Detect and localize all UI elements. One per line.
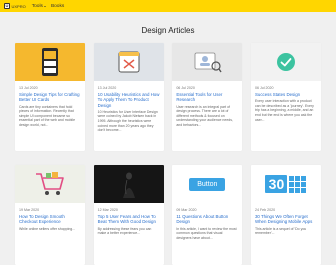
article-thumbnail[interactable] bbox=[93, 43, 164, 81]
caret-down-icon bbox=[43, 5, 46, 7]
article-title-link[interactable]: Simple Design Tips for Crafting Better U… bbox=[19, 92, 81, 103]
article-date: 06 Jul 2020 bbox=[254, 86, 274, 90]
article-date: 06 Jul 2020 bbox=[176, 86, 195, 90]
nav-item-tools[interactable]: Tools bbox=[32, 4, 46, 9]
article-date: 13 Jul 2020 bbox=[19, 86, 38, 90]
article-excerpt: Every user interaction with a product ca… bbox=[254, 99, 314, 122]
article-excerpt: User research is an integral part of des… bbox=[176, 104, 233, 127]
article-card[interactable]: 13 Jul 2020 Simple Design Tips for Craft… bbox=[15, 43, 85, 151]
article-date: 09 Mar 2020 bbox=[176, 208, 197, 212]
article-title-link[interactable]: Success States Design bbox=[255, 92, 317, 97]
article-date: 13 Jul 2020 bbox=[97, 86, 117, 90]
user-research-icon bbox=[194, 52, 222, 73]
dark-figure-icon bbox=[122, 172, 135, 198]
article-date: 24 Feb 2020 bbox=[254, 208, 276, 212]
article-title-link[interactable]: 11 Questions About Button Design bbox=[176, 214, 238, 225]
article-excerpt: While online sellers offer shopping... bbox=[19, 226, 76, 231]
article-title-link[interactable]: 10 Usability Heuristics and How To Apply… bbox=[98, 92, 160, 108]
phone-cards-icon bbox=[42, 48, 58, 76]
article-title-link[interactable]: Essential Tools for User Research bbox=[176, 92, 238, 103]
article-thumbnail[interactable]: 30 bbox=[250, 165, 321, 203]
shopping-cart-icon bbox=[36, 172, 64, 195]
articles-grid: 13 Jul 2020 Simple Design Tips for Craft… bbox=[15, 43, 321, 265]
article-thumbnail[interactable] bbox=[93, 165, 164, 203]
article-title-link[interactable]: How To Design Smooth Checkout Experience bbox=[19, 214, 81, 225]
logo-mark-icon: U bbox=[4, 3, 10, 9]
article-excerpt: 10 Heuristics for User Interface Design … bbox=[97, 109, 158, 133]
article-card[interactable]: Button 09 Mar 2020 11 Questions About Bu… bbox=[172, 165, 243, 265]
article-excerpt: Cards are tiny containers that hold piec… bbox=[19, 104, 76, 127]
article-excerpt: By addressing these fears you can make a… bbox=[97, 226, 152, 236]
article-excerpt: In this article, I want to review the mo… bbox=[176, 226, 237, 240]
nav-item-label: Tools bbox=[31, 3, 43, 9]
article-card[interactable]: 06 Jul 2020 Essential Tools for User Res… bbox=[172, 43, 243, 151]
button-sample-icon: Button bbox=[189, 177, 226, 191]
article-thumbnail[interactable] bbox=[250, 43, 321, 81]
top-nav-bar: U UXPRO Tools Books bbox=[0, 0, 336, 12]
article-date: 12 Mar 2020 bbox=[97, 208, 118, 212]
article-card[interactable]: 30 24 Feb 2020 30 Things We Often Forget… bbox=[250, 165, 321, 265]
thirty-tiles-icon: 30 bbox=[265, 175, 307, 193]
article-thumbnail[interactable] bbox=[15, 165, 85, 203]
article-card[interactable]: 12 Mar 2020 Top 5 User Fears and How To … bbox=[93, 165, 164, 265]
checklist-window-icon bbox=[118, 51, 140, 73]
article-thumbnail[interactable] bbox=[15, 43, 85, 81]
article-thumbnail[interactable]: Button bbox=[172, 165, 243, 203]
article-title-link[interactable]: 30 Things We Often Forget When Designing… bbox=[255, 214, 317, 225]
nav-item-books[interactable]: Books bbox=[51, 4, 64, 9]
logo[interactable]: U UXPRO bbox=[4, 3, 26, 9]
article-card[interactable]: 13 Jul 2020 10 Usability Heuristics and … bbox=[93, 43, 164, 151]
success-check-icon bbox=[276, 53, 295, 71]
article-card[interactable]: 19 Mar 2020 How To Design Smooth Checkou… bbox=[15, 165, 85, 265]
article-excerpt: This article is a sequel of 'Do you reme… bbox=[254, 226, 307, 236]
article-date: 19 Mar 2020 bbox=[19, 208, 40, 212]
article-card[interactable]: 06 Jul 2020 Success States Design Every … bbox=[250, 43, 321, 151]
article-title-link[interactable]: Top 5 User Fears and How To Beat Them Wi… bbox=[98, 214, 160, 225]
nav-item-label: Books bbox=[50, 3, 65, 9]
article-thumbnail[interactable] bbox=[172, 43, 243, 81]
logo-text: UXPRO bbox=[11, 3, 26, 9]
page-title: Design Articles bbox=[141, 26, 195, 35]
big-number: 30 bbox=[268, 176, 285, 192]
